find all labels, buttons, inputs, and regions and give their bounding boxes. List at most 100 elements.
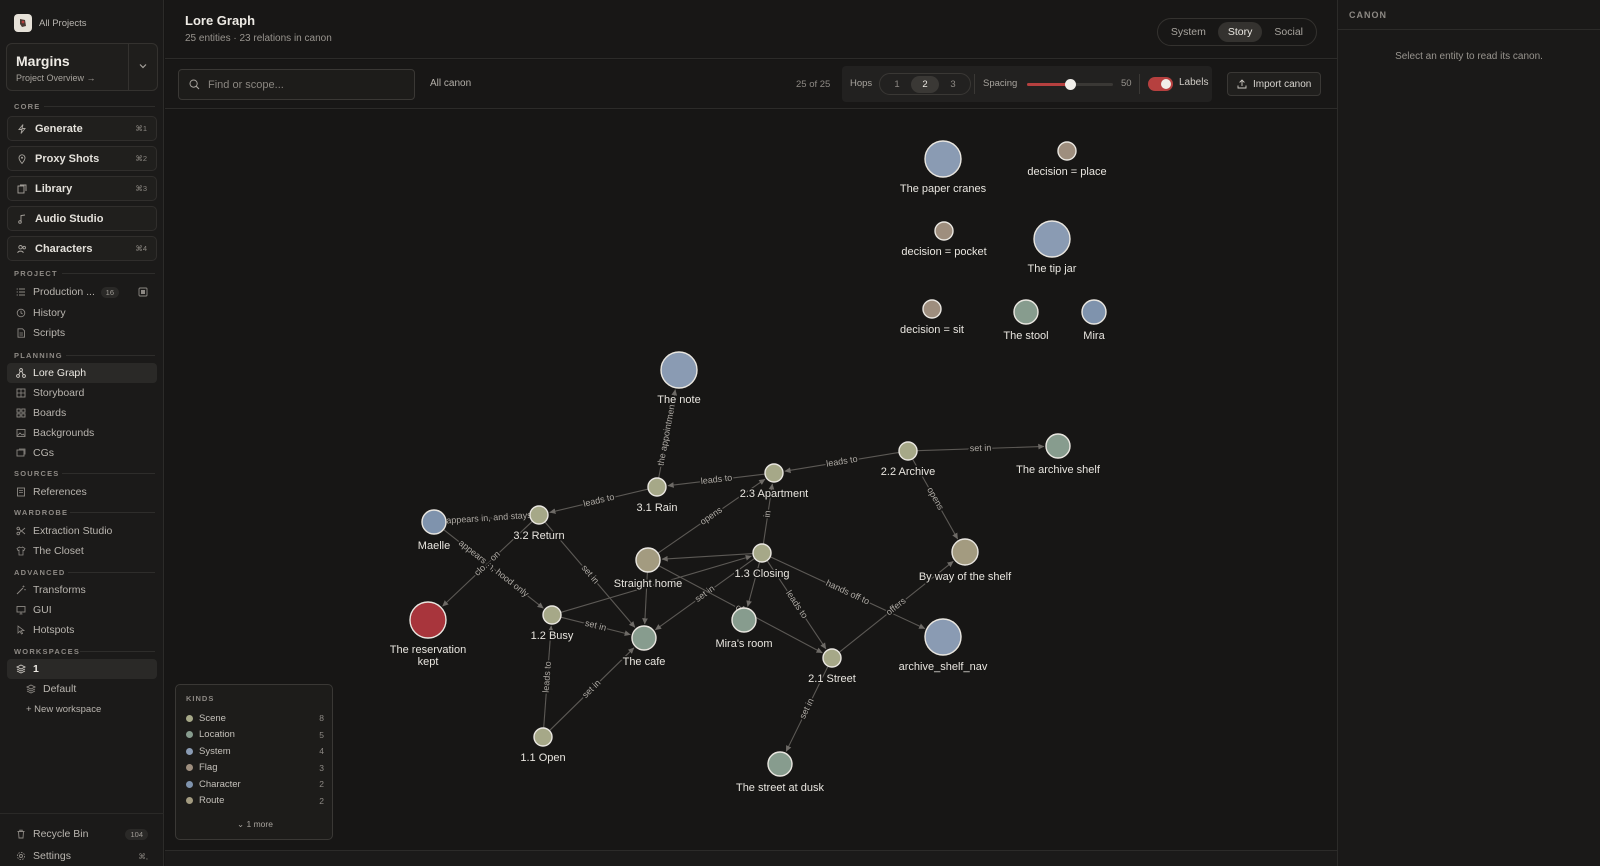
graph-node-stool[interactable]: The stool [1002, 299, 1050, 344]
chevron-down-icon[interactable] [138, 61, 148, 71]
node-circle[interactable] [951, 538, 979, 566]
graph-node-mira[interactable]: Mira [1081, 299, 1107, 344]
sidebar-item-production[interactable]: Production ... 16 [7, 282, 157, 302]
sidebar-item-settings[interactable]: Settings ⌘, [7, 846, 157, 866]
nav-generate-button[interactable]: Generate ⌘1 [7, 116, 157, 141]
graph-node-tip-jar[interactable]: The tip jar [1026, 220, 1078, 277]
legend-item-location[interactable]: Location 5 [186, 728, 324, 742]
sidebar-item-scripts[interactable]: Scripts [7, 323, 157, 343]
node-circle[interactable] [731, 607, 757, 633]
legend-item-flag[interactable]: Flag 3 [186, 761, 324, 775]
nav-library-button[interactable]: Library ⌘3 [7, 176, 157, 201]
search-input[interactable] [208, 78, 408, 91]
spacing-slider[interactable] [1027, 79, 1113, 90]
graph-node-reservation[interactable]: The reservationkept [388, 601, 468, 670]
node-circle[interactable] [635, 547, 661, 573]
scope-selector[interactable]: All canon [430, 78, 471, 89]
sidebar-item-history[interactable]: History [7, 303, 157, 323]
search-box [178, 69, 415, 100]
sidebar-item-gui[interactable]: GUI [7, 600, 157, 620]
view-tab-social[interactable]: Social [1264, 22, 1313, 42]
graph-node-decision-sit[interactable]: decision = sit [899, 299, 965, 338]
legend-item-scene[interactable]: Scene 8 [186, 711, 324, 725]
graph-node-archive-shelf[interactable]: The archive shelf [1015, 433, 1102, 478]
node-circle[interactable] [1033, 220, 1071, 258]
edge-label: leads to [700, 472, 732, 486]
node-circle[interactable] [922, 299, 942, 319]
sidebar-item-storyboard[interactable]: Storyboard [7, 383, 157, 403]
lore-graph-canvas[interactable]: the appointment set in leads to leads to lea… [165, 110, 1337, 850]
nav-proxy-shots-button[interactable]: Proxy Shots ⌘2 [7, 146, 157, 171]
graph-node-paper-cranes[interactable]: The paper cranes [898, 140, 988, 197]
graph-node-open[interactable]: 1.1 Open [519, 727, 567, 766]
graph-node-busy[interactable]: 1.2 Busy [529, 605, 575, 644]
node-circle[interactable] [542, 605, 562, 625]
node-circle[interactable] [1045, 433, 1071, 459]
graph-svg[interactable]: the appointment set in leads to leads to lea… [165, 110, 1337, 850]
legend-item-character[interactable]: Character 2 [186, 777, 324, 791]
project-overview-link[interactable]: Project Overview → [16, 73, 96, 83]
hops-option-1[interactable]: 1 [883, 76, 911, 93]
sidebar-item-lore-graph[interactable]: Lore Graph [7, 363, 157, 383]
hops-option-2[interactable]: 2 [911, 75, 939, 93]
sidebar-item-the-closet[interactable]: The Closet [7, 541, 157, 561]
node-circle[interactable] [934, 221, 954, 241]
node-circle[interactable] [1081, 299, 1107, 325]
hops-option-3[interactable]: 3 [939, 76, 967, 93]
node-circle[interactable] [822, 648, 842, 668]
graph-node-decision-pocket[interactable]: decision = pocket [900, 221, 988, 260]
graph-node-archive[interactable]: 2.2 Archive [879, 441, 937, 480]
nav-label: Proxy Shots [35, 152, 100, 165]
new-workspace-button[interactable]: + New workspace [7, 699, 157, 719]
graph-node-street-dusk[interactable]: The street at dusk [734, 751, 826, 796]
legend-more-button[interactable]: ⌄ 1 more [176, 819, 334, 830]
sidebar-item-backgrounds[interactable]: Backgrounds [7, 423, 157, 443]
node-circle[interactable] [533, 727, 553, 747]
legend-item-route[interactable]: Route 2 [186, 794, 324, 808]
node-circle[interactable] [767, 751, 793, 777]
view-tab-system[interactable]: System [1161, 22, 1216, 42]
sidebar-item-transforms[interactable]: Transforms [7, 580, 157, 600]
graph-node-straight-home[interactable]: Straight home [612, 547, 684, 592]
node-circle[interactable] [1057, 141, 1077, 161]
graph-node-by-way-shelf[interactable]: By way of the shelf [917, 538, 1014, 585]
node-circle[interactable] [529, 505, 549, 525]
sidebar-item-recycle-bin[interactable]: Recycle Bin 104 [7, 824, 157, 844]
node-circle[interactable] [764, 463, 784, 483]
node-circle[interactable] [660, 351, 698, 389]
all-projects-link[interactable]: All Projects [14, 14, 87, 32]
node-circle[interactable] [924, 618, 962, 656]
nav-audio-studio-button[interactable]: Audio Studio [7, 206, 157, 231]
sidebar-item-cgs[interactable]: CGs [7, 443, 157, 463]
sidebar-item-extraction-studio[interactable]: Extraction Studio [7, 521, 157, 541]
graph-node-decision-place[interactable]: decision = place [1026, 141, 1108, 180]
import-canon-button[interactable]: Import canon [1227, 72, 1321, 96]
project-switcher[interactable]: Margins Project Overview → [6, 43, 158, 91]
graph-node-miras-room[interactable]: Mira's room [714, 607, 774, 652]
node-circle[interactable] [752, 543, 772, 563]
sidebar-item-boards[interactable]: Boards [7, 403, 157, 423]
slider-handle[interactable] [1064, 79, 1076, 90]
node-circle[interactable] [409, 601, 447, 639]
nav-characters-button[interactable]: Characters ⌘4 [7, 236, 157, 261]
graph-edge[interactable] [661, 553, 754, 562]
sidebar-item-hotspots[interactable]: Hotspots [7, 620, 157, 640]
node-circle[interactable] [924, 140, 962, 178]
graph-node-note[interactable]: The note [656, 351, 702, 408]
node-circle[interactable] [631, 625, 657, 651]
view-tab-story[interactable]: Story [1217, 22, 1263, 42]
workspace-item-default[interactable]: Default [7, 679, 157, 699]
graph-node-street[interactable]: 2.1 Street [807, 648, 857, 687]
graph-node-archive-nav[interactable]: archive_shelf_nav [897, 618, 989, 675]
legend-item-system[interactable]: System 4 [186, 744, 324, 758]
node-circle[interactable] [898, 441, 918, 461]
node-circle[interactable] [647, 477, 667, 497]
node-circle[interactable] [421, 509, 447, 535]
workspace-item-1[interactable]: 1 [7, 659, 157, 679]
labels-toggle[interactable] [1148, 77, 1173, 91]
panel-toggle-icon[interactable] [138, 287, 148, 297]
node-circle[interactable] [1013, 299, 1039, 325]
graph-node-rain[interactable]: 3.1 Rain [635, 477, 679, 516]
graph-node-cafe[interactable]: The cafe [621, 625, 667, 670]
sidebar-item-references[interactable]: References [7, 482, 157, 502]
